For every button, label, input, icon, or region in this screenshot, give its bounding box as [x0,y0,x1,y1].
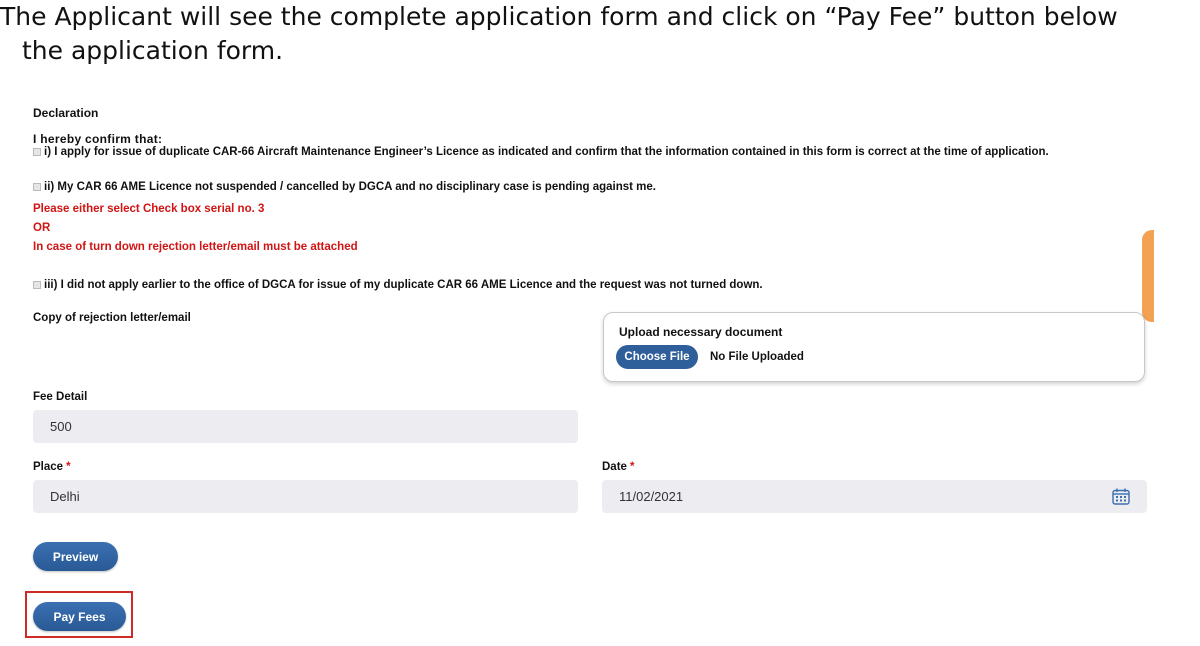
date-input[interactable]: 11/02/2021 [602,480,1147,513]
fee-detail-label: Fee Detail [33,391,88,403]
fee-detail-field: 500 [33,410,578,443]
declaration-item-1-text: i) I apply for issue of duplicate CAR-66… [44,146,1049,158]
declaration-item-3-text: iii) I did not apply earlier to the offi… [44,279,763,291]
date-value: 11/02/2021 [619,489,684,504]
tutorial-caption: The Applicant will see the complete appl… [0,0,1195,68]
declaration-item-3: iii) I did not apply earlier to the offi… [33,279,763,292]
warning-attach-letter: In case of turn down rejection letter/em… [33,241,358,253]
warning-or: OR [33,222,51,234]
place-input[interactable]: Delhi [33,480,578,513]
upload-box-title: Upload necessary document [619,325,783,339]
caption-line-2: the application form. [22,36,284,65]
choose-file-button[interactable]: Choose File [616,345,698,369]
preview-button[interactable]: Preview [33,542,118,571]
confirm-heading: I hereby confirm that: [33,132,163,146]
declaration-item-2: ii) My CAR 66 AME Licence not suspended … [33,181,656,194]
rejection-letter-label: Copy of rejection letter/email [33,312,191,324]
declaration-title: Declaration [33,106,99,120]
caption-line-1: The Applicant will see the complete appl… [0,2,1118,31]
declaration-checkbox-1[interactable] [33,148,41,156]
declaration-checkbox-3[interactable] [33,281,41,289]
date-required-mark: * [629,461,635,473]
upload-status: No File Uploaded [710,351,804,363]
calendar-icon[interactable] [1112,488,1130,505]
declaration-checkbox-2[interactable] [33,183,41,191]
place-label-text: Place [33,461,64,473]
warning-select-checkbox: Please either select Check box serial no… [33,203,265,215]
place-required-mark: * [66,461,71,473]
date-label: Date * [602,461,634,473]
place-label: Place * [33,461,71,473]
declaration-item-2-text: ii) My CAR 66 AME Licence not suspended … [44,181,656,193]
date-label-text: Date [602,461,627,473]
declaration-item-1: i) I apply for issue of duplicate CAR-66… [33,146,1113,159]
upload-document-box: Upload necessary document Choose File No… [603,312,1145,382]
pay-fees-button[interactable]: Pay Fees [33,602,126,631]
side-feedback-tab[interactable] [1142,230,1154,322]
